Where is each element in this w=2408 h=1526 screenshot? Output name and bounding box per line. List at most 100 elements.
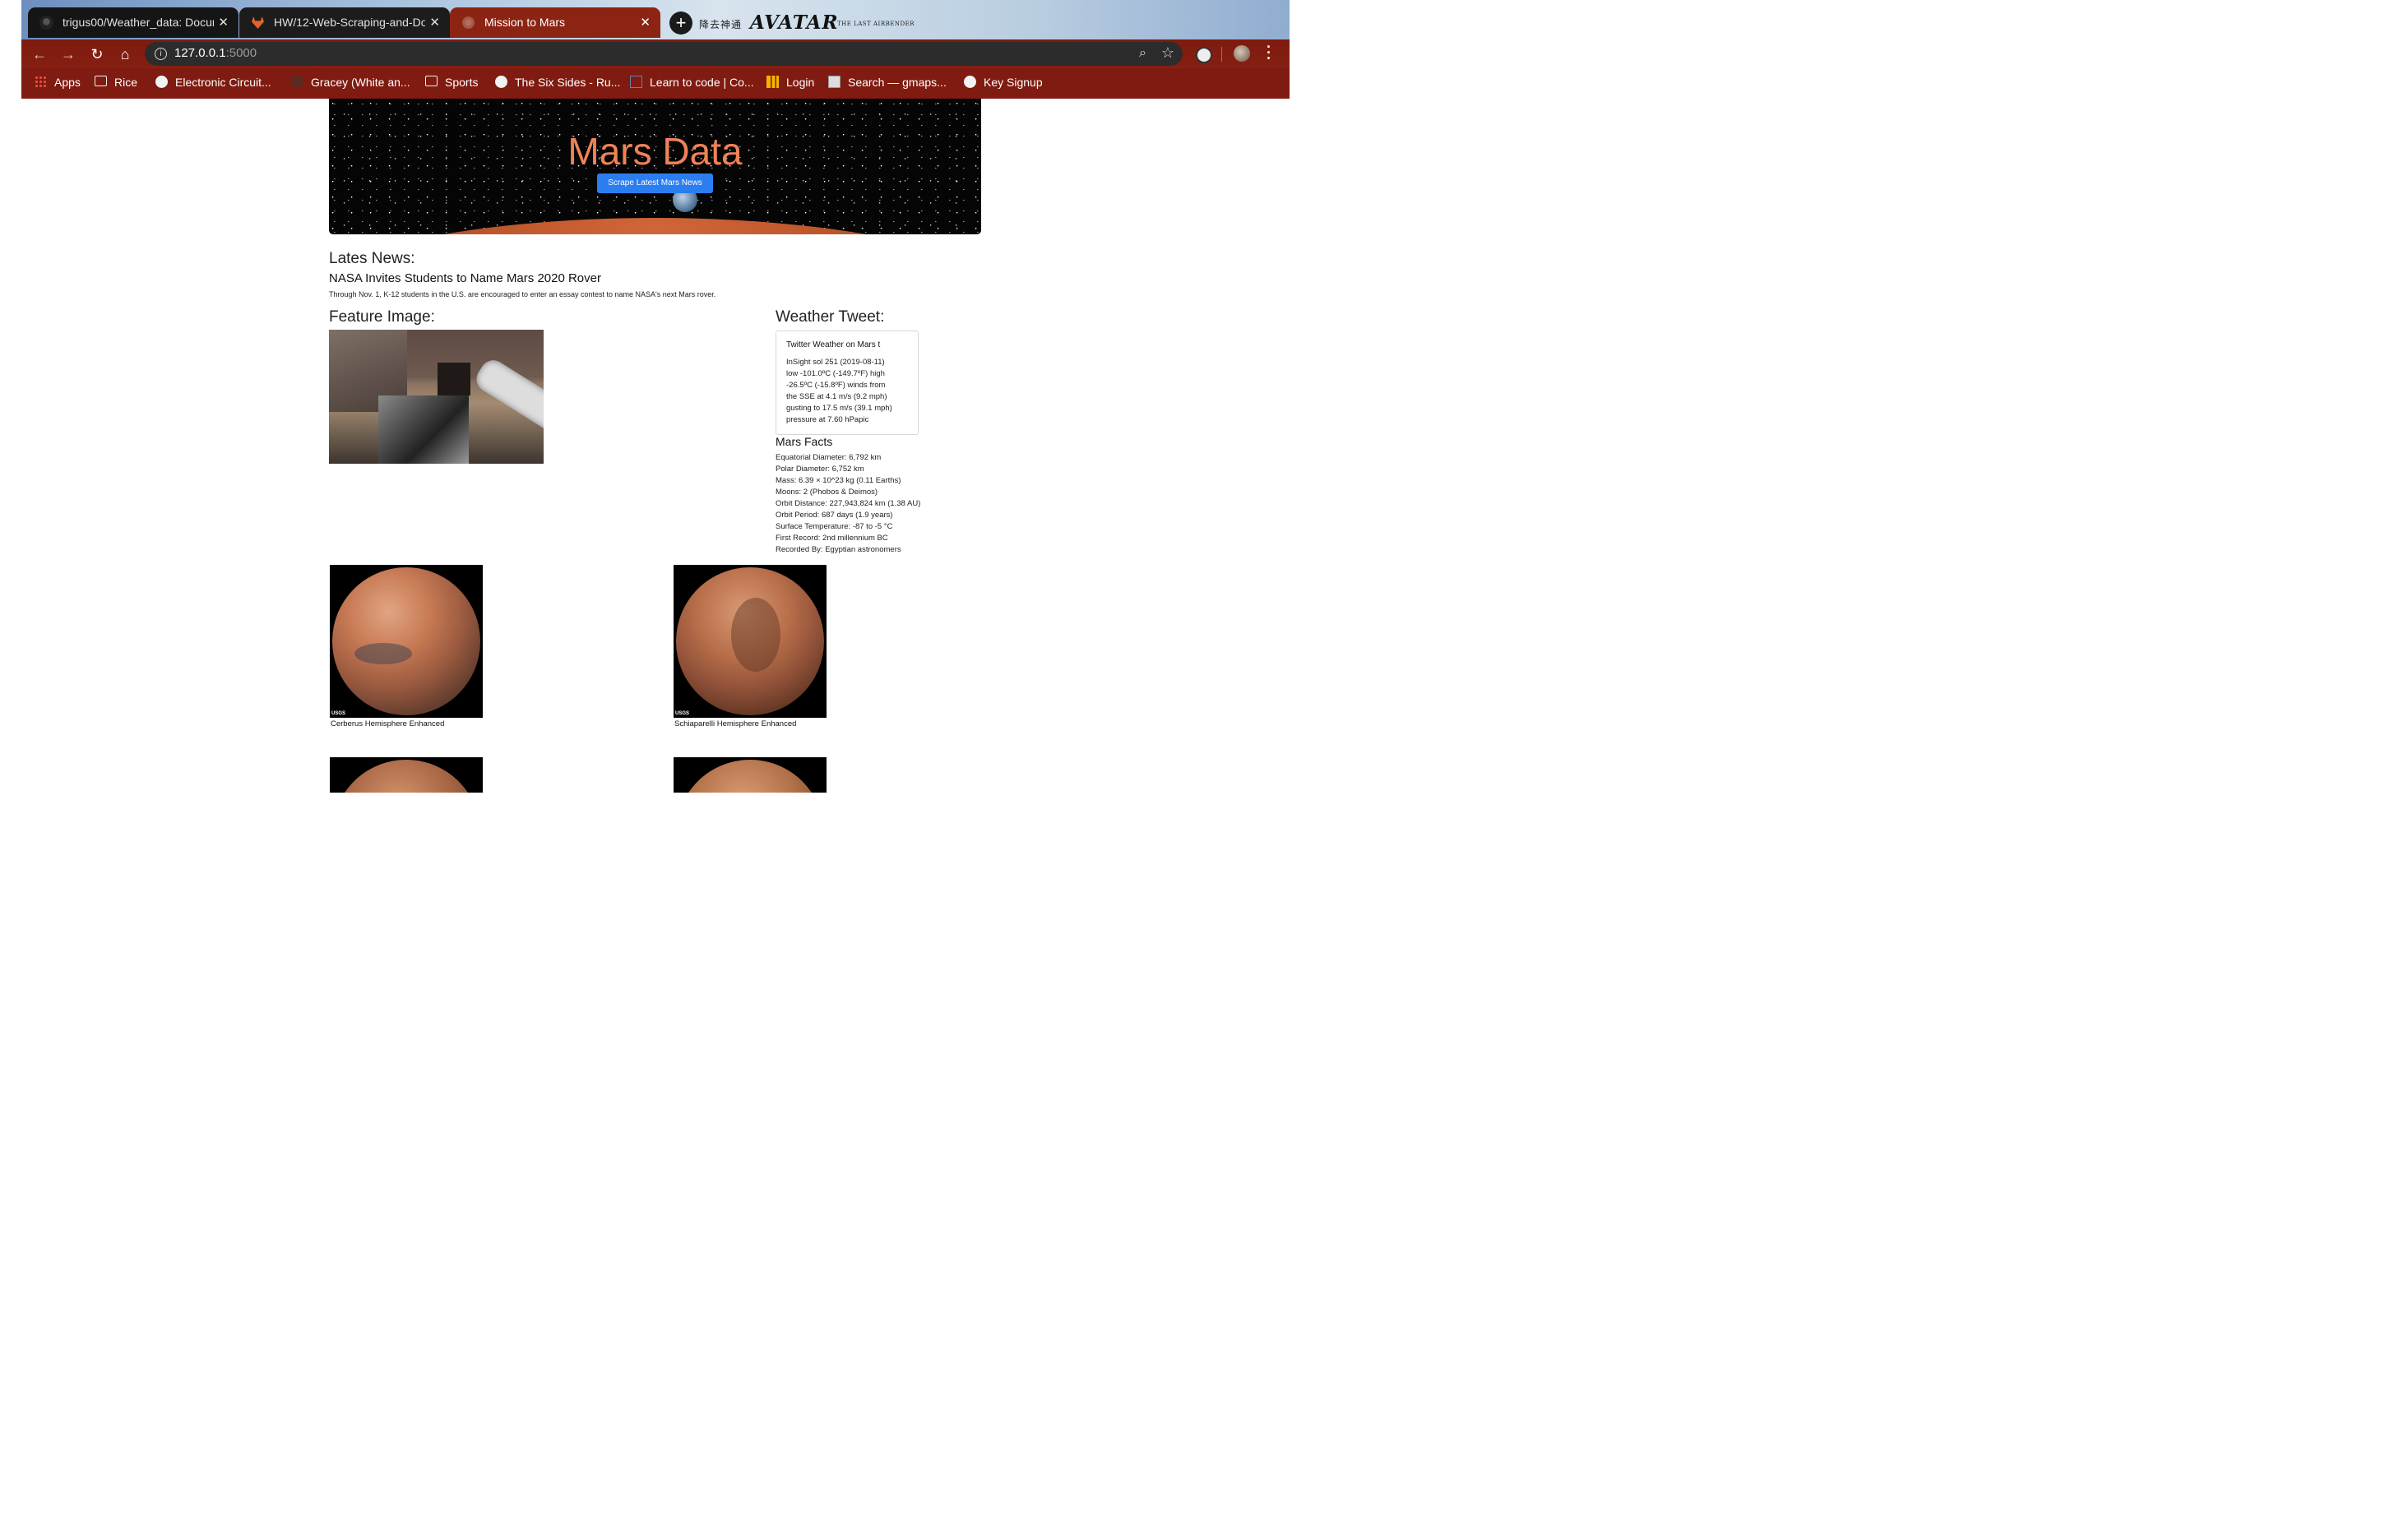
close-icon[interactable]: ✕: [429, 15, 440, 30]
bookmark-label: Learn to code | Co...: [650, 76, 754, 89]
tweet-line: the SSE at 4.1 m/s (9.2 mph): [786, 392, 887, 401]
bookmark-label: Rice: [114, 76, 138, 89]
toolbar-divider: [1221, 47, 1222, 62]
globe-icon: [462, 16, 475, 29]
url-host: 127.0.0.1: [174, 46, 226, 60]
bookmark-apps[interactable]: Apps: [35, 76, 81, 90]
close-icon[interactable]: ✕: [640, 15, 651, 30]
hemisphere-image-cerberus: USGS: [330, 565, 483, 718]
feature-image: [329, 330, 544, 464]
hemisphere-image: [674, 757, 827, 793]
bookmark-key-signup[interactable]: Key Signup: [964, 76, 1043, 90]
page-title: Mars Data: [567, 130, 743, 173]
tab-title: trigus00/Weather_data: Docum: [63, 16, 214, 29]
globe-icon: [964, 76, 976, 88]
tab-title: HW/12-Web-Scraping-and-Do: [274, 16, 425, 29]
tweet-line: pressure at 7.60 hPapic: [786, 415, 869, 424]
fact-row: Orbit Distance: 227,943,824 km (1.38 AU): [776, 499, 921, 508]
bookmarks-bar: Apps Rice Electronic Circuit... Gracey (…: [21, 68, 1290, 99]
bookmark-gracey[interactable]: Gracey (White an...: [291, 76, 410, 90]
profile-avatar[interactable]: [1234, 45, 1250, 62]
feature-image-heading: Feature Image:: [329, 308, 435, 326]
folder-icon: [95, 76, 107, 86]
url-text: 127.0.0.1:5000: [174, 46, 257, 60]
bookmark-star-icon[interactable]: ☆: [1161, 44, 1174, 62]
tweet-title: Twitter Weather on Mars t: [786, 340, 881, 349]
address-bar[interactable]: i 127.0.0.1:5000 ⌕ ☆: [145, 42, 1183, 66]
hemisphere-image-schiaparelli: USGS: [674, 565, 827, 718]
bookmark-label: Search — gmaps...: [848, 76, 947, 89]
fact-row: Moons: 2 (Phobos & Deimos): [776, 488, 878, 497]
tweet-line: gusting to 17.5 m/s (39.1 mph): [786, 404, 892, 413]
tweet-line: -26.5ºC (-15.8ºF) winds from: [786, 381, 886, 390]
back-arrow-icon[interactable]: ←: [31, 46, 48, 62]
weather-tweet-card: Twitter Weather on Mars t InSight sol 25…: [776, 331, 919, 435]
fact-row: Mass: 6.39 × 10^23 kg (0.11 Earths): [776, 476, 901, 485]
mars-horizon: [329, 218, 981, 234]
bookmark-label: Sports: [445, 76, 479, 89]
close-icon[interactable]: ✕: [218, 15, 229, 30]
tab-mission-to-mars[interactable]: Mission to Mars ✕: [450, 7, 660, 38]
news-heading: Lates News:: [329, 250, 415, 267]
fact-row: Equatorial Diameter: 6,792 km: [776, 453, 882, 462]
apps-grid-icon: [35, 76, 47, 88]
new-tab-button[interactable]: +: [669, 12, 692, 35]
paw-icon: [291, 76, 303, 88]
info-icon[interactable]: i: [155, 48, 167, 60]
mars-facts-table: Equatorial Diameter: 6,792 km Polar Diam…: [776, 452, 920, 556]
globe-icon: [495, 76, 507, 88]
fact-row: Orbit Period: 687 days (1.9 years): [776, 511, 893, 520]
tab-web-scraping[interactable]: HW/12-Web-Scraping-and-Do ✕: [239, 7, 450, 38]
browser-chrome: trigus00/Weather_data: Docum ✕ HW/12-Web…: [21, 0, 1290, 99]
mars-facts-heading: Mars Facts: [776, 435, 833, 448]
fact-row: Recorded By: Egyptian astronomers: [776, 545, 901, 554]
chart-icon: [766, 76, 779, 88]
bookmark-learn-to-code[interactable]: Learn to code | Co...: [630, 76, 754, 90]
grid-icon: [828, 76, 840, 88]
bookmark-label: Apps: [54, 76, 81, 89]
extension-icon[interactable]: [1196, 47, 1212, 63]
scrape-button[interactable]: Scrape Latest Mars News: [597, 173, 713, 193]
news-paragraph: Through Nov. 1, K-12 students in the U.S…: [329, 290, 716, 298]
bookmark-search-gmaps[interactable]: Search — gmaps...: [828, 76, 947, 90]
menu-kebab-icon[interactable]: · · ·: [1265, 39, 1273, 66]
bookmark-electronic-circuit[interactable]: Electronic Circuit...: [155, 76, 271, 90]
bookmark-rice[interactable]: Rice: [95, 76, 137, 90]
hemisphere-caption: Schiaparelli Hemisphere Enhanced: [674, 719, 797, 728]
usgs-watermark: USGS: [675, 711, 690, 716]
fact-row: Surface Temperature: -87 to -5 °C: [776, 522, 893, 531]
hemisphere-caption: Cerberus Hemisphere Enhanced: [331, 719, 445, 728]
folder-icon: [425, 76, 438, 86]
globe-icon: [155, 76, 168, 88]
theme-logo-title: AVATAR: [750, 12, 839, 34]
tab-weather-data[interactable]: trigus00/Weather_data: Docum ✕: [28, 7, 238, 38]
url-port: :5000: [225, 46, 257, 60]
tab-title: Mission to Mars: [484, 16, 566, 29]
zoom-icon[interactable]: ⌕: [1139, 46, 1146, 61]
theme-logo-subtitle: THE LAST AIRBENDER: [837, 21, 915, 27]
bookmark-login[interactable]: Login: [766, 76, 814, 90]
tweet-body: InSight sol 251 (2019-08-11) low -101.0º…: [786, 357, 913, 426]
bookmark-six-sides[interactable]: The Six Sides - Ru...: [495, 76, 620, 90]
fact-row: First Record: 2nd millennium BC: [776, 534, 888, 543]
bookmark-label: Electronic Circuit...: [175, 76, 271, 89]
weather-tweet-heading: Weather Tweet:: [776, 308, 885, 326]
theme-logo-glyphs: 降去神通: [699, 19, 743, 30]
bookmark-label: Login: [786, 76, 815, 89]
bookmark-label: Gracey (White an...: [311, 76, 410, 89]
bookmark-sports[interactable]: Sports: [425, 76, 478, 90]
github-icon: [39, 16, 53, 30]
fact-row: Polar Diameter: 6,752 km: [776, 465, 864, 474]
bookmark-label: The Six Sides - Ru...: [515, 76, 621, 89]
hero-banner: Mars Data Scrape Latest Mars News: [329, 99, 981, 234]
gitlab-icon: [252, 16, 264, 29]
news-title: NASA Invites Students to Name Mars 2020 …: [329, 271, 601, 285]
tweet-line: InSight sol 251 (2019-08-11): [786, 358, 885, 367]
forward-arrow-icon[interactable]: →: [60, 46, 76, 62]
bookmark-label: Key Signup: [984, 76, 1043, 89]
home-icon[interactable]: ⌂: [117, 46, 133, 62]
reload-icon[interactable]: ↻: [89, 46, 105, 62]
hemisphere-image: [330, 757, 483, 793]
code-icon: [630, 76, 642, 88]
browser-toolbar: ← → ↻ ⌂ i 127.0.0.1:5000 ⌕ ☆: [21, 39, 1290, 68]
